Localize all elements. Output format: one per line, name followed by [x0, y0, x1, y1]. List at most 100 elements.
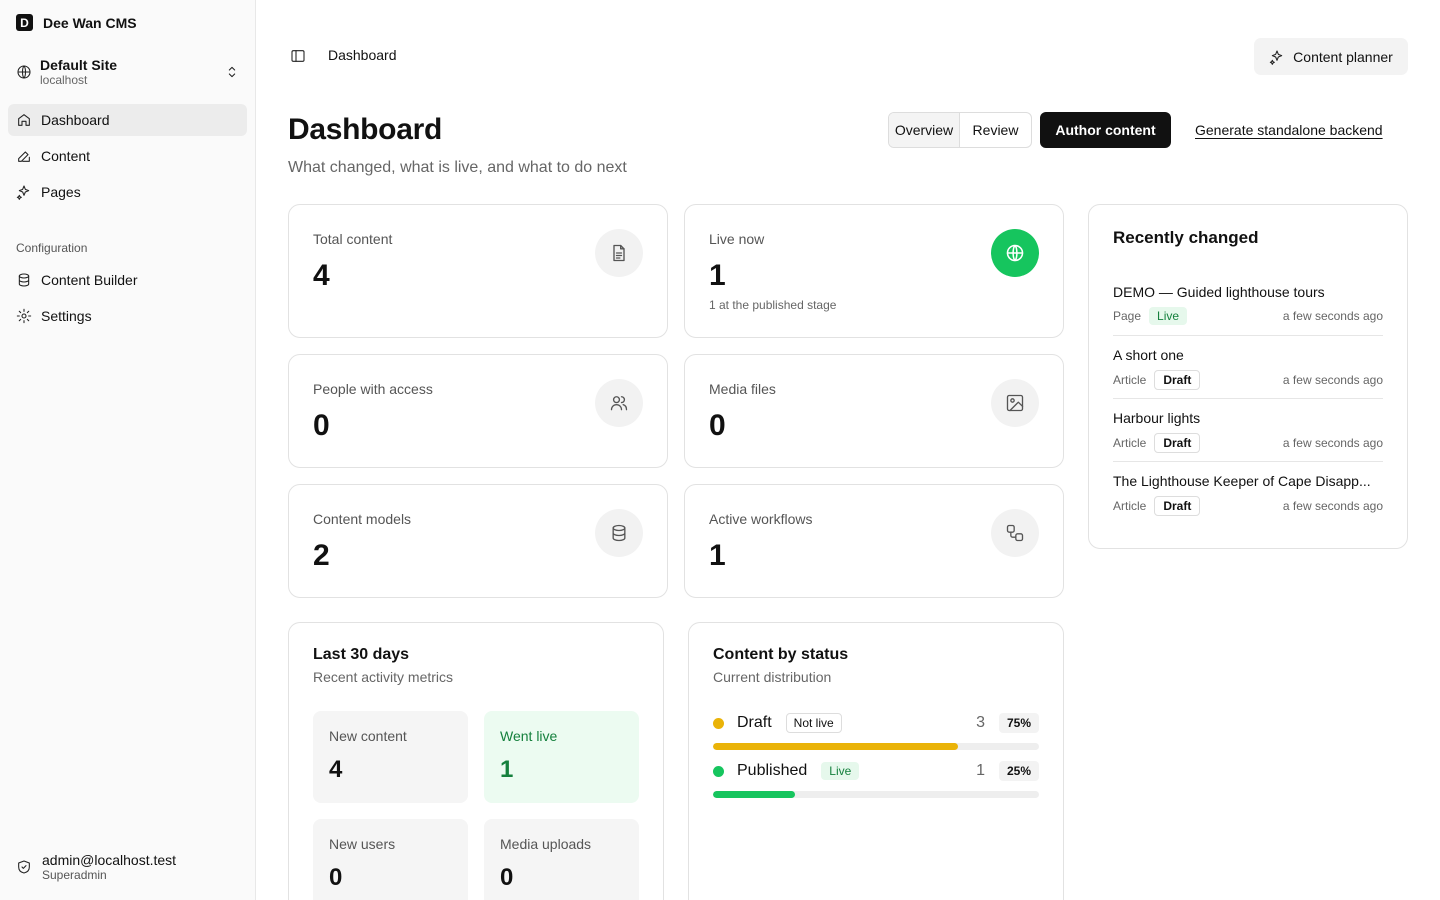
sidebar: D Dee Wan CMS Default Site localhost Das…: [0, 0, 256, 900]
sidebar-item-label: Content Builder: [41, 272, 138, 288]
document-icon: [595, 229, 643, 277]
list-item[interactable]: The Lighthouse Keeper of Cape Disapp... …: [1113, 473, 1383, 516]
sparkles-icon: [1269, 49, 1285, 65]
sparkles-icon: [16, 184, 32, 200]
status-badge: Live: [1149, 307, 1188, 325]
item-type: Article: [1113, 436, 1147, 450]
shield-check-icon: [16, 859, 32, 875]
stat-label: People with access: [313, 381, 433, 397]
stat-label: Content models: [313, 511, 412, 527]
metric-media-uploads: Media uploads 0: [484, 819, 639, 900]
workflow-icon: [991, 509, 1039, 557]
section-subtitle: Current distribution: [713, 669, 832, 685]
metric-value: 1: [500, 756, 514, 783]
metric-label: New content: [329, 728, 407, 744]
sidebar-item-settings[interactable]: Settings: [8, 300, 247, 332]
status-badge: Draft: [1154, 433, 1201, 453]
author-content-button[interactable]: Author content: [1040, 112, 1171, 148]
sidebar-item-content-builder[interactable]: Content Builder: [8, 264, 247, 296]
item-time: a few seconds ago: [1282, 373, 1383, 387]
image-icon: [991, 379, 1039, 427]
sidebar-item-label: Content: [41, 148, 91, 164]
stat-value: 1: [709, 259, 726, 292]
status-count: 1: [976, 762, 985, 779]
status-badge: Live: [821, 762, 860, 780]
metric-label: Media uploads: [500, 836, 592, 852]
metric-went-live: Went live 1: [484, 711, 639, 803]
site-host: localhost: [40, 73, 88, 87]
status-dot: [713, 717, 724, 729]
stat-note: 1 at the published stage: [709, 298, 837, 312]
status-dot: [713, 765, 724, 777]
list-item[interactable]: DEMO — Guided lighthouse tours Page Live…: [1113, 284, 1383, 325]
divider: [1113, 398, 1383, 399]
content-by-status-panel: Content by status Current distribution D…: [688, 622, 1064, 900]
item-title: The Lighthouse Keeper of Cape Disapp...: [1113, 473, 1371, 489]
tab-overview[interactable]: Overview: [889, 113, 960, 147]
stat-label: Live now: [709, 231, 765, 247]
user-menu[interactable]: admin@localhost.test Superadmin: [16, 852, 176, 882]
gear-icon: [16, 308, 32, 324]
list-item[interactable]: A short one Article Draft a few seconds …: [1113, 347, 1383, 390]
sidebar-item-pages[interactable]: Pages: [8, 176, 247, 208]
view-tabs: Overview Review: [888, 112, 1032, 148]
item-type: Article: [1113, 373, 1147, 387]
stat-value: 1: [709, 539, 726, 572]
stat-label: Active workflows: [709, 511, 813, 527]
recently-changed-title: Recently changed: [1113, 228, 1259, 247]
page-title: Dashboard: [288, 113, 442, 146]
status-row-draft: Draft Not live 3 75%: [713, 711, 1039, 735]
item-time: a few seconds ago: [1282, 436, 1383, 450]
sidebar-item-label: Pages: [41, 184, 81, 200]
content-planner-label: Content planner: [1293, 48, 1393, 65]
progress-fill: [713, 743, 958, 750]
status-percent: 75%: [998, 713, 1039, 733]
brand[interactable]: D Dee Wan CMS: [16, 14, 137, 31]
status-count: 3: [976, 714, 985, 731]
user-email: admin@localhost.test: [42, 852, 177, 868]
status-percent: 25%: [998, 761, 1039, 781]
home-icon: [16, 112, 32, 128]
stat-value: 0: [313, 409, 330, 442]
status-badge: Draft: [1154, 370, 1201, 390]
stat-value: 0: [709, 409, 726, 442]
metric-label: New users: [329, 836, 396, 852]
progress-fill: [713, 791, 795, 798]
stat-card-media-files: Media files 0: [684, 354, 1064, 468]
generate-backend-link[interactable]: Generate standalone backend: [1195, 122, 1383, 138]
brand-logo-icon: D: [16, 14, 33, 31]
stat-card-content-models: Content models 2: [288, 484, 668, 598]
last-30-days-panel: Last 30 days Recent activity metrics New…: [288, 622, 664, 900]
sidebar-section-title: Configuration: [16, 241, 88, 255]
metric-value: 0: [500, 864, 514, 891]
content-planner-button[interactable]: Content planner: [1254, 38, 1408, 75]
globe-icon: [991, 229, 1039, 277]
section-title: Content by status: [713, 646, 849, 663]
metric-new-content: New content 4: [313, 711, 468, 803]
progress-bar-draft: [713, 743, 1039, 750]
stat-card-active-workflows: Active workflows 1: [684, 484, 1064, 598]
status-row-published: Published Live 1 25%: [713, 759, 1039, 783]
sidebar-toggle-button[interactable]: [288, 46, 308, 66]
site-switcher[interactable]: Default Site localhost: [8, 52, 248, 92]
status-badge: Draft: [1154, 496, 1201, 516]
tab-review[interactable]: Review: [960, 113, 1031, 147]
divider: [1113, 335, 1383, 336]
sidebar-item-content[interactable]: Content: [8, 140, 247, 172]
edit-icon: [16, 148, 32, 164]
status-badge: Not live: [785, 713, 842, 733]
breadcrumb: Dashboard: [328, 47, 397, 63]
chevron-up-down-icon: [224, 64, 240, 80]
stat-label: Total content: [313, 231, 393, 247]
list-item[interactable]: Harbour lights Article Draft a few secon…: [1113, 410, 1383, 453]
stat-value: 4: [313, 259, 330, 292]
item-time: a few seconds ago: [1282, 309, 1383, 323]
divider: [1113, 461, 1383, 462]
stat-value: 2: [313, 539, 330, 572]
database-icon: [595, 509, 643, 557]
panel-left-icon: [290, 48, 306, 64]
item-title: A short one: [1113, 347, 1184, 363]
globe-icon: [16, 64, 32, 80]
sidebar-item-dashboard[interactable]: Dashboard: [8, 104, 247, 136]
metric-label: Went live: [500, 728, 558, 744]
